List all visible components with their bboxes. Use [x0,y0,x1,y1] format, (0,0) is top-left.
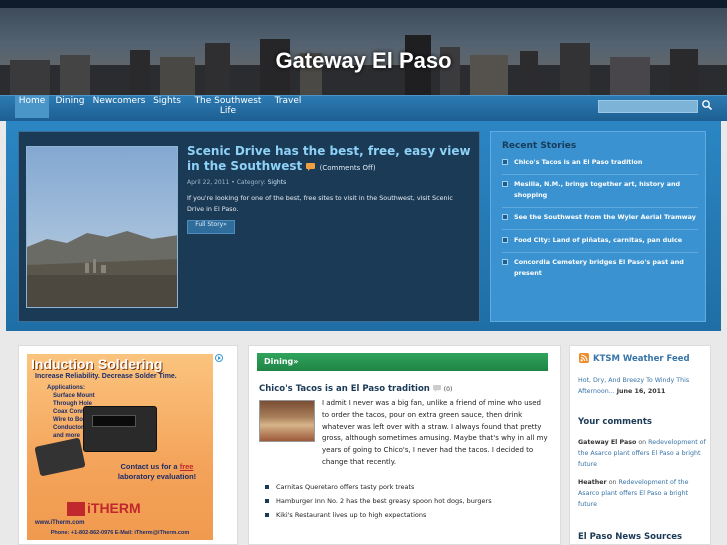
itherm-logo: iTHERM [67,500,177,518]
site-title[interactable]: Gateway El Paso [0,48,727,74]
el-paso-landscape-image [27,231,177,307]
weather-feed-text: Hot, Dry, And Breezy To Windy This After… [578,375,706,397]
recent-story-link[interactable]: Concordia Cemetery bridges El Paso's pas… [502,257,702,279]
site-header: Gateway El Paso [0,0,727,95]
recent-story-item[interactable]: Mesilla, N.M., brings together art, hist… [502,179,702,201]
recent-story-item[interactable]: Food City: Land of piñatas, carnitas, pa… [502,235,702,246]
recent-stories-panel: Recent Stories Chico's Tacos is an El Pa… [490,131,706,322]
recent-story-link[interactable]: See the Southwest from the Wyler Aerial … [502,212,702,223]
bullet-icon [502,214,508,220]
featured-story-meta: April 22, 2011 • Category: Sights [187,179,287,186]
bullet-icon [502,159,508,165]
right-sidebar: KTSM Weather Feed Hot, Dry, And Breezy T… [569,345,711,545]
ad-applications-heading: Applications: [47,385,86,391]
soldering-unit-image [83,406,157,452]
featured-story-excerpt: If you're looking for one of the best, f… [187,194,453,213]
dining-list-link[interactable]: Kiki's Restaurant lives up to high expec… [276,511,426,519]
list-item[interactable]: Carnitas Queretaro offers tasty pork tre… [265,480,545,494]
nav-item-southwest-life[interactable]: The Southwest Life [188,96,268,118]
ad-container: Induction Soldering Increase Reliability… [18,345,238,545]
search-input[interactable] [598,100,698,113]
ad-title: Induction Soldering [31,356,163,372]
bullet-icon [502,259,508,265]
dining-post-thumbnail[interactable] [259,400,315,442]
recent-story-link[interactable]: Food City: Land of piñatas, carnitas, pa… [502,235,702,246]
ad-contact-text: Contact us for a free laboratory evaluat… [105,462,209,482]
recent-comment: Gateway El Paso on Redevelopment of the … [578,437,706,470]
recent-story-item[interactable]: Chico's Tacos is an El Paso tradition [502,157,702,168]
logo-text: iTHERM [87,500,141,516]
dining-list-link[interactable]: Carnitas Queretaro offers tasty pork tre… [276,483,414,491]
dining-section-header[interactable]: Dining» [257,353,548,371]
ad-contact-line: laboratory evaluation! [117,472,197,481]
dining-section: Dining» Chico's Tacos is an El Paso trad… [248,345,561,545]
divider [502,174,698,175]
nav-item-newcomers[interactable]: Newcomers [91,96,147,118]
recent-story-item[interactable]: See the Southwest from the Wyler Aerial … [502,212,702,223]
recent-stories-heading: Recent Stories [502,141,577,151]
featured-story: Scenic Drive has the best, free, easy vi… [18,131,480,322]
page: Gateway El Paso Home Dining Newcomers Si… [0,0,727,545]
weather-feed-heading[interactable]: KTSM Weather Feed [593,354,690,364]
bullet-icon [265,499,269,503]
rss-icon[interactable] [579,353,589,363]
logo-mark [67,502,85,516]
list-item[interactable]: Kiki's Restaurant lives up to high expec… [265,508,545,522]
divider [502,252,698,253]
recent-comment: Heather on Redevelopment of the Asarco p… [578,477,706,510]
dining-comment-count: (0) [443,386,453,393]
comment-on: on [638,439,647,446]
dining-post-title-text[interactable]: Chico's Tacos is an El Paso tradition [259,384,430,394]
news-sources-heading: El Paso News Sources [578,532,683,542]
nav-item-home[interactable]: Home [15,96,49,118]
nav-item-travel[interactable]: Travel [272,96,304,118]
search-icon[interactable] [701,99,713,111]
dining-post-list: Carnitas Queretaro offers tasty pork tre… [265,480,545,522]
featured-story-category-label: Category: [236,179,266,186]
weather-feed-date: June 16, 2011 [616,388,666,395]
ad-phone: Phone: +1-802-862-0976 E-Mail: iTherm@iT… [50,530,190,536]
ad-application-item: Surface Mount [53,393,95,399]
featured-story-date: April 22, 2011 [187,179,230,186]
recent-story-link[interactable]: Chico's Tacos is an El Paso tradition [502,157,702,168]
bullet-icon [265,485,269,489]
adchoices-icon[interactable] [215,354,223,362]
ad-subtitle: Increase Reliability. Decrease Solder Ti… [35,373,177,380]
divider [502,207,698,208]
featured-story-comments: (Comments Off) [319,164,376,172]
soldering-wand-image [34,437,86,477]
featured-story-photo[interactable] [26,146,178,308]
featured-section: Scenic Drive has the best, free, easy vi… [6,121,721,331]
ad-contact-line: Contact us for a [120,462,178,471]
comment-icon [306,162,316,171]
bullet-icon [502,237,508,243]
recent-story-link[interactable]: Mesilla, N.M., brings together art, hist… [502,179,702,201]
dining-post-title[interactable]: Chico's Tacos is an El Paso tradition (0… [259,384,452,394]
your-comments-heading: Your comments [578,417,652,427]
featured-story-category-link[interactable]: Sights [268,179,287,186]
recent-story-item[interactable]: Concordia Cemetery bridges El Paso's pas… [502,257,702,279]
divider [502,229,698,230]
dining-post-excerpt: I admit I never was a big fan, unlike a … [322,399,548,466]
list-item[interactable]: Hamburger Inn No. 2 has the best greasy … [265,494,545,508]
comment-author: Heather [578,479,607,486]
bullet-icon [265,513,269,517]
comment-icon [432,385,441,392]
comment-author: Gateway El Paso [578,439,637,446]
main-navigation: Home Dining Newcomers Sights The Southwe… [0,95,727,121]
bullet-icon [502,181,508,187]
featured-story-title[interactable]: Scenic Drive has the best, free, easy vi… [187,144,472,174]
induction-soldering-ad[interactable]: Induction Soldering Increase Reliability… [27,354,213,540]
full-story-button[interactable]: Full Story» [187,220,235,234]
comment-on: on [608,479,617,486]
device-display [92,415,136,427]
nav-item-sights[interactable]: Sights [150,96,184,118]
nav-item-dining[interactable]: Dining [53,96,87,118]
dining-list-link[interactable]: Hamburger Inn No. 2 has the best greasy … [276,497,492,505]
ad-contact-free: free [179,462,194,471]
ad-website: www.iTherm.com [35,520,85,526]
